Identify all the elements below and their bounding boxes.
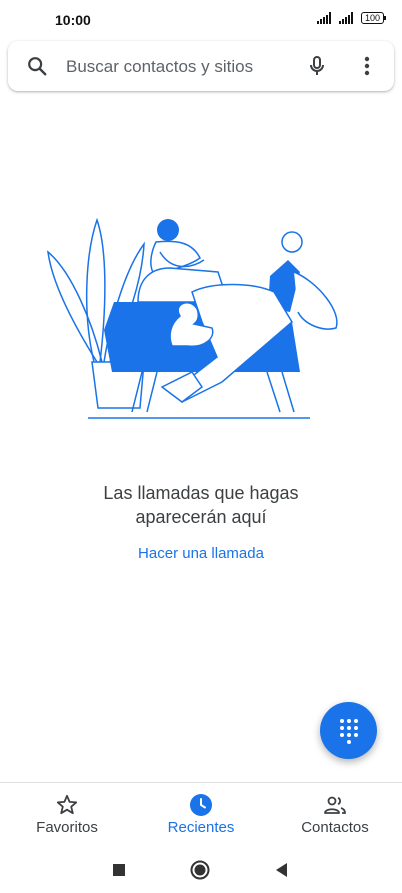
- search-input[interactable]: Buscar contactos y sitios: [66, 57, 253, 77]
- more-vert-icon[interactable]: [360, 54, 374, 78]
- bottom-nav: Favoritos Recientes Contactos: [0, 782, 402, 845]
- back-triangle-icon[interactable]: [272, 860, 292, 880]
- signal-icon: [316, 12, 331, 24]
- empty-state-message: Las llamadas que hagas aparecerán aquí: [0, 481, 402, 529]
- nav-item-recientes[interactable]: Recientes: [134, 783, 268, 845]
- battery-icon: 100: [360, 12, 387, 24]
- status-bar: 10:00 100: [0, 0, 402, 44]
- system-nav-bar: [0, 846, 402, 893]
- status-time: 10:00: [55, 12, 91, 28]
- clock-icon: [190, 794, 212, 816]
- nav-label-contactos: Contactos: [301, 819, 369, 836]
- make-call-link[interactable]: Hacer una llamada: [0, 545, 402, 562]
- star-icon: [56, 794, 78, 815]
- mic-icon[interactable]: [305, 54, 329, 78]
- nav-label-favoritos: Favoritos: [36, 819, 98, 836]
- people-icon: [324, 796, 346, 814]
- empty-state-illustration: [47, 217, 338, 419]
- search-bar[interactable]: Buscar contactos y sitios: [8, 41, 394, 91]
- nav-label-recientes: Recientes: [167, 819, 235, 836]
- status-icons: 100: [316, 12, 387, 24]
- signal-icon-2: [338, 12, 353, 24]
- nav-item-contactos[interactable]: Contactos: [268, 783, 402, 845]
- dialpad-icon: [339, 718, 358, 744]
- home-circle-icon[interactable]: [190, 860, 210, 880]
- empty-state-message-line1: Las llamadas que hagas: [103, 483, 299, 503]
- dialpad-button[interactable]: [320, 702, 377, 759]
- nav-item-favoritos[interactable]: Favoritos: [0, 783, 134, 845]
- search-icon[interactable]: [26, 55, 48, 77]
- empty-state-message-line2: aparecerán aquí: [135, 507, 267, 527]
- recents-square-icon[interactable]: [109, 860, 129, 880]
